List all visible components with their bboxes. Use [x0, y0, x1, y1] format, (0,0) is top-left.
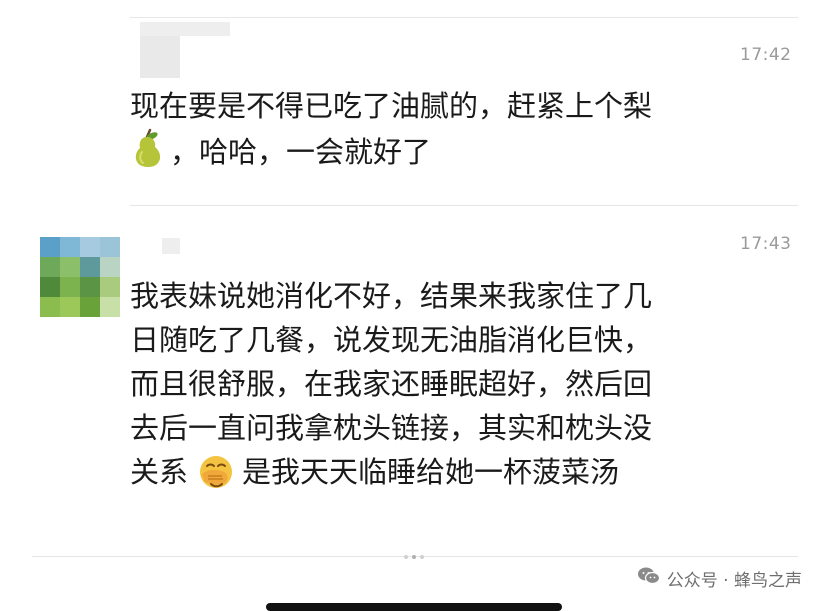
watermark: 公众号 · 蜂鸟之声	[637, 566, 802, 591]
facepalm-emoji-icon	[198, 454, 234, 502]
message-line: 而且很舒服，在我家还睡眠超好，然后回	[130, 367, 653, 401]
message-line: ，哈哈，一会就好了	[130, 128, 790, 180]
message-text: 现在要是不得已吃了油腻的，赶紧上个梨 ，哈哈，一会就好了	[130, 84, 790, 180]
home-indicator[interactable]	[266, 603, 562, 611]
redacted-sender-name	[162, 238, 180, 254]
redacted-sender-avatar	[140, 36, 180, 78]
message-line: 日随吃了几餐，说发现无油脂消化巨快，	[130, 323, 653, 357]
top-divider	[130, 17, 798, 18]
message-line: 去后一直问我拿枕头链接，其实和枕头没	[130, 411, 653, 445]
message-timestamp: 17:42	[740, 45, 792, 65]
watermark-text: 公众号 · 蜂鸟之声	[666, 571, 802, 591]
message-line-text: 是我天天临睡给她一杯菠菜汤	[242, 455, 620, 489]
message-line-text: 关系	[130, 455, 189, 489]
message-line: 我表妹说她消化不好，结果来我家住了几	[130, 279, 653, 313]
message-text: 我表妹说她消化不好，结果来我家住了几 日随吃了几餐，说发现无油脂消化巨快， 而且…	[130, 274, 790, 502]
message-line: 现在要是不得已吃了油腻的，赶紧上个梨	[130, 89, 653, 123]
message-line: 关系 是我天天临睡给她一杯菠菜汤	[130, 450, 790, 502]
page-indicator-icon	[404, 555, 424, 559]
message-divider	[130, 205, 798, 206]
sender-avatar[interactable]	[40, 237, 120, 317]
message-line-text: ，哈哈，一会就好了	[170, 135, 432, 169]
wechat-icon	[637, 566, 661, 591]
pear-emoji-icon	[130, 128, 164, 180]
redacted-sender-name	[140, 22, 230, 36]
message-timestamp: 17:43	[740, 234, 792, 254]
